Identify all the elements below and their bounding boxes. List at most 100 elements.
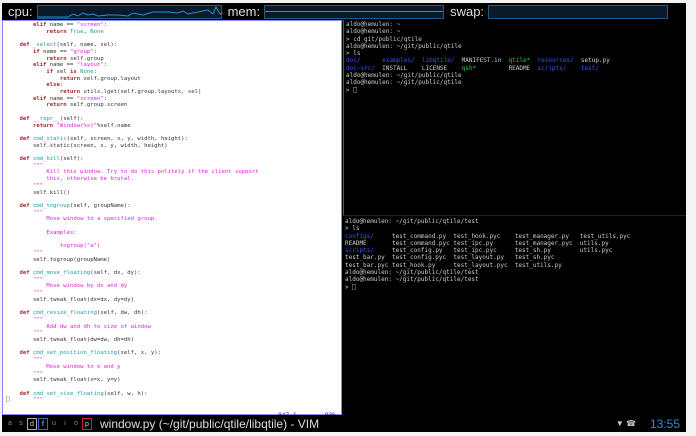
text-segment — [415, 57, 422, 64]
text-segment — [6, 169, 46, 175]
text-segment: else — [46, 82, 60, 89]
text-segment: scripts/ — [345, 247, 374, 255]
text-segment: > ⎕ — [345, 283, 356, 291]
text-line: Add dw and dh to size of window — [6, 324, 259, 331]
text-segment: elif — [32, 22, 47, 28]
text-line: README test_command.pyc test_ipc.py test… — [345, 240, 684, 247]
text-line: self.tweak_float(dx=dx, dy=dy) — [6, 297, 259, 304]
text-segment — [6, 330, 33, 336]
text-segment — [6, 371, 33, 377]
text-line — [6, 149, 259, 156]
text-segment: return — [46, 28, 67, 35]
group-d[interactable]: d — [27, 417, 37, 430]
text-segment: None — [80, 68, 94, 75]
text-line: """ — [6, 317, 259, 324]
text-segment: "group" — [70, 48, 94, 55]
text-segment: doc-src/ — [346, 64, 375, 72]
text-segment: name == — [46, 22, 77, 28]
text-line: return "Window(%s)"%self.name — [6, 123, 259, 130]
text-segment: def — [19, 42, 30, 49]
text-line: aldo@hemulen: ~ — [346, 21, 684, 28]
text-line: self.tweak_float(dw=dw, dh=dh) — [6, 337, 259, 344]
text-segment: MANIFEST.in — [454, 57, 509, 65]
text-line: > ⎕ — [346, 87, 684, 94]
text-line: test_bar.pyc test_hook.py test_layout.py… — [345, 262, 684, 269]
text-segment — [6, 96, 33, 102]
text-line: aldo@hemulen: ~ — [346, 28, 684, 35]
text-segment: cmd_kill — [32, 156, 60, 163]
text-segment: cmd_resize_floating — [32, 310, 97, 317]
terminal-top[interactable]: aldo@hemulen: ~ aldo@hemulen: ~ > cd git/p… — [343, 20, 686, 215]
text-segment: def — [19, 390, 30, 397]
text-line: def _select(self, name, sel): — [6, 42, 259, 49]
text-line: def cmd_togroup(self, groupName): — [6, 203, 259, 210]
text-segment: README — [476, 64, 538, 72]
text-segment: examples/ — [382, 57, 415, 65]
text-segment: elif — [32, 95, 47, 102]
text-line: """ — [6, 250, 259, 257]
text-segment — [6, 317, 33, 323]
text-segment — [6, 176, 46, 182]
text-segment — [6, 116, 19, 122]
systray-icons[interactable]: ▼ ☎ — [616, 419, 636, 428]
text-segment — [6, 350, 19, 356]
text-segment: elif — [32, 62, 47, 69]
text-line: def cmd_move_floating(self, dx, dy): — [6, 270, 259, 277]
group-i[interactable]: i — [60, 418, 70, 430]
text-segment — [6, 250, 33, 256]
text-segment: "screen" — [76, 95, 104, 102]
text-segment: self.tweak_float(dw=dw, dh=dh) — [6, 337, 134, 344]
text-line: > cd git/public/qtile — [346, 36, 684, 43]
group-box: asdfuiop — [4, 417, 92, 430]
text-segment: : — [103, 22, 108, 28]
text-line: return utils.lget(self.group.layouts, se… — [6, 89, 259, 96]
mem-graph — [264, 4, 445, 19]
text-line: aldo@hemulen: ~/git/public/qtile/test — [345, 276, 684, 283]
text-segment — [6, 156, 19, 162]
text-segment: def — [19, 202, 30, 209]
text-segment: """ — [32, 182, 44, 189]
text-line: aldo@hemulen: ~/git/public/qtile/test — [345, 218, 684, 225]
text-segment: README test_command.pyc test_ipc.py test… — [345, 239, 609, 247]
text-segment: : — [93, 68, 97, 75]
group-a[interactable]: a — [5, 418, 15, 430]
text-line: """ — [6, 163, 259, 170]
text-segment — [6, 277, 33, 283]
text-line — [6, 35, 259, 42]
text-line — [6, 129, 259, 136]
group-o[interactable]: o — [71, 418, 81, 430]
text-segment — [6, 283, 46, 289]
code-editor[interactable]: elif name == "screen": return True, None… — [6, 22, 259, 404]
window-title: window.py (~/git/public/qtile/libqtile) … — [100, 416, 320, 431]
text-segment: setup.py — [573, 57, 610, 65]
text-segment: "layout" — [76, 62, 104, 69]
text-line: """ — [6, 210, 259, 217]
group-s[interactable]: s — [16, 418, 26, 430]
text-segment: togroup("a") — [59, 243, 101, 250]
text-segment — [6, 203, 19, 209]
vim-window[interactable]: elif name == "screen": return True, None… — [2, 20, 342, 419]
text-segment — [6, 163, 33, 169]
text-segment: Move window to x and y — [46, 363, 121, 370]
group-f[interactable]: f — [38, 417, 48, 430]
text-line: Move window to a specified group. — [6, 216, 259, 223]
text-segment: """ — [32, 316, 44, 323]
text-segment: "Window(%s)" — [56, 122, 97, 129]
text-line: else: — [6, 82, 259, 89]
text-segment: cmd_togroup — [32, 202, 71, 209]
text-segment: (self, dw, dh): — [96, 310, 148, 317]
text-segment — [6, 216, 46, 222]
text-segment: sel — [53, 68, 71, 75]
group-u[interactable]: u — [49, 418, 59, 430]
text-segment: test_bar.py test_config.pyc test_layout.… — [345, 254, 555, 262]
text-segment: > ls — [346, 50, 361, 58]
text-line — [6, 109, 259, 116]
terminal-bottom[interactable]: aldo@hemulen: ~/git/public/qtile/test > l… — [343, 215, 686, 415]
text-segment: """ — [32, 209, 44, 216]
text-segment: aldo@hemulen: ~/git/public/qtile — [346, 72, 462, 80]
group-p[interactable]: p — [82, 417, 92, 430]
text-line: configs/ test_command.py test_hook.pyc t… — [345, 233, 684, 240]
swap-label: swap: — [450, 4, 485, 19]
text-segment: Move window by dx and dy — [46, 283, 128, 290]
text-segment — [6, 22, 33, 28]
